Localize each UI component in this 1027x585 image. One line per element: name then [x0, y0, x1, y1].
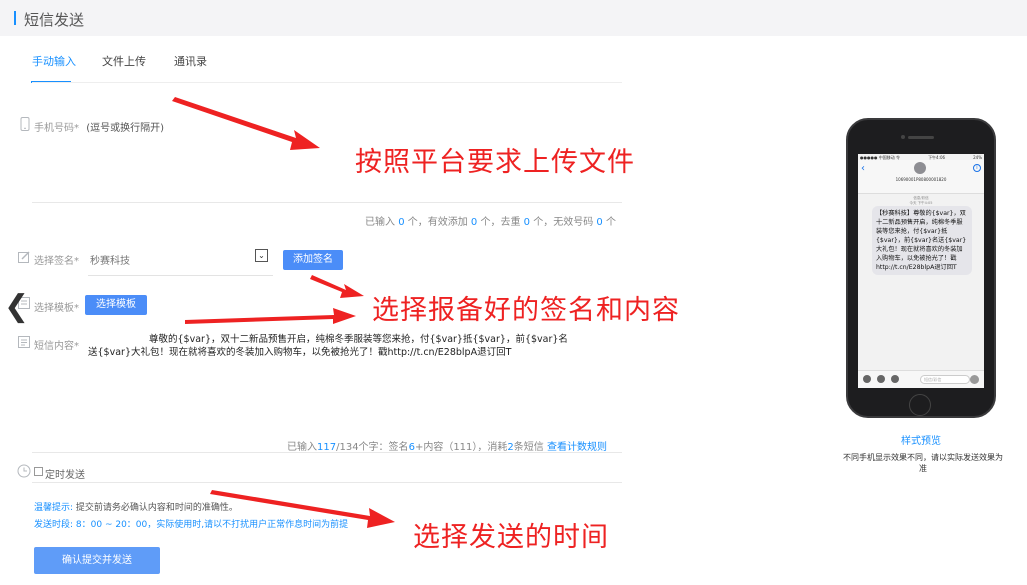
annotation-arrow-4	[210, 490, 395, 528]
heart-icon	[877, 375, 885, 383]
annotation-select-signature: 选择报备好的签名和内容	[372, 295, 680, 326]
home-button	[909, 394, 931, 416]
annotation-upload-file: 按照平台要求上传文件	[355, 147, 635, 178]
annotation-arrow-1	[172, 97, 320, 150]
sender-number: 10690001P80800001820	[895, 177, 947, 182]
phone-screen: ●●●●● 中国移动 令下午4:06 24% ‹ 10690001P8080000…	[858, 154, 984, 388]
info-icon: i	[973, 164, 981, 172]
appstore-icon	[891, 375, 899, 383]
annotation-arrow-3	[185, 308, 356, 324]
annotation-arrow-2	[310, 275, 364, 298]
speaker-grille	[908, 136, 934, 139]
camera-icon	[901, 135, 905, 139]
back-chevron-icon: ‹	[861, 163, 865, 174]
style-preview-link[interactable]: 样式预览	[901, 432, 941, 447]
message-header: ‹ 10690001P80800001820 i	[858, 160, 984, 194]
phone-preview: ●●●●● 中国移动 令下午4:06 24% ‹ 10690001P8080000…	[846, 118, 996, 418]
message-bubble: 【秒赛科技】尊敬的{$var}，双十二新品预售开启，纯棉冬季服装等您来抢，付{$…	[872, 206, 972, 275]
phone-message-input: 短信/彩信	[920, 375, 970, 384]
avatar	[914, 162, 926, 174]
preview-note: 不同手机显示效果不同，请以实际发送效果为准	[843, 453, 1003, 473]
phone-input-bar: 短信/彩信	[858, 370, 984, 388]
message-date: 信息/彩信 今天 下午4:05	[909, 196, 933, 205]
camera-app-icon	[863, 375, 871, 383]
annotation-select-time: 选择发送的时间	[413, 522, 609, 553]
microphone-icon	[970, 375, 979, 384]
